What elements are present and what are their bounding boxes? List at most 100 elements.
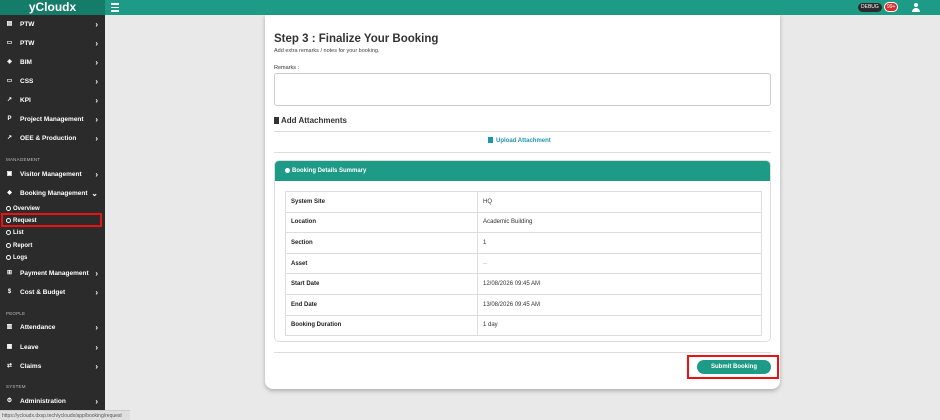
sidebar-item-leave[interactable]: ▦ Leave › xyxy=(0,338,105,357)
sidebar-item-label: Payment Management xyxy=(20,270,89,277)
divider xyxy=(274,131,771,132)
debug-badge[interactable]: DEBUG xyxy=(858,3,882,12)
book-icon: ▥ xyxy=(6,324,13,330)
sidebar-item-label: OEE & Production xyxy=(20,135,77,142)
chevron-right-icon: › xyxy=(95,20,98,29)
sidebar-item-attendance[interactable]: ▥ Attendance › xyxy=(0,318,105,337)
summary-value: HQ xyxy=(477,191,762,213)
user-cog-icon: ⚙ xyxy=(6,398,13,404)
chevron-right-icon: › xyxy=(95,362,98,371)
sidebar-item-label: Claims xyxy=(20,363,42,370)
sidebar-item-project-management[interactable]: P Project Management › xyxy=(0,110,105,129)
chevron-right-icon: › xyxy=(95,39,98,48)
sidebar-subitem-report[interactable]: Report xyxy=(6,240,32,252)
sidebar-subitem-logs[interactable]: Logs xyxy=(6,252,27,264)
transfer-icon: ⇄ xyxy=(6,363,13,369)
summary-key: Start Date xyxy=(285,273,478,295)
sidebar-item-ptw-1[interactable]: ▤ PTW › xyxy=(0,15,105,34)
user-profile-icon[interactable] xyxy=(912,3,920,12)
sidebar-item-label: PTW xyxy=(20,21,35,28)
subitem-label: Report xyxy=(13,243,33,249)
circle-icon xyxy=(6,242,11,248)
booking-step-card: Step 3 : Finalize Your Booking Add extra… xyxy=(265,15,780,389)
project-icon: P xyxy=(7,116,12,122)
table-row: Location Academic Building xyxy=(285,211,762,234)
brand-logo[interactable]: yCloudx xyxy=(0,0,105,15)
summary-key: System Site xyxy=(285,191,478,213)
notification-bell-icon[interactable]: 99+ xyxy=(884,2,899,12)
circle-icon xyxy=(6,254,11,260)
sidebar-item-label: PTW xyxy=(20,40,35,47)
sidebar-item-label: Attendance xyxy=(20,324,56,331)
sidebar-item-label: Administration xyxy=(20,398,66,405)
notification-count-badge: 99+ xyxy=(884,2,899,12)
id-card-icon: ▣ xyxy=(6,171,13,177)
sidebar-item-label: Booking Management xyxy=(20,190,88,197)
sidebar-item-ptw-2[interactable]: ▭ PTW › xyxy=(0,34,105,53)
table-row: Section 1 xyxy=(285,232,762,254)
circle-icon xyxy=(6,205,11,211)
menu-toggle-icon[interactable] xyxy=(111,3,119,12)
summary-value: 12/08/2026 09:45 AM xyxy=(477,273,762,295)
sidebar-subitem-list[interactable]: List xyxy=(6,227,24,239)
booking-summary-panel: Booking Details Summary System Site HQ Lo… xyxy=(274,160,771,342)
summary-key: Asset xyxy=(285,252,478,275)
chevron-right-icon: › xyxy=(95,288,98,297)
sidebar-item-label: Leave xyxy=(20,344,39,351)
sidebar-item-label: CSS xyxy=(20,78,34,85)
table-row: Asset -- xyxy=(285,252,762,275)
sidebar-item-kpi[interactable]: ↗ KPI › xyxy=(0,91,105,110)
status-bar-url: https://ycloudx.dxsp.tech/ycloudx/app/bo… xyxy=(0,410,130,420)
dollar-icon: $ xyxy=(7,289,12,295)
step-title: Step 3 : Finalize Your Booking xyxy=(274,33,439,45)
sidebar-item-administration[interactable]: ⚙ Administration › xyxy=(0,392,105,411)
upload-attachment-link[interactable]: Upload Attachment xyxy=(488,137,551,144)
chevron-right-icon: › xyxy=(95,269,98,278)
subitem-label: List xyxy=(13,230,24,236)
step-subtitle: Add extra remarks / notes for your booki… xyxy=(274,48,380,54)
card-icon: ▭ xyxy=(6,40,13,46)
section-header-system: SYSTEM xyxy=(6,384,26,389)
sidebar-item-css[interactable]: ▭ CSS › xyxy=(0,72,105,91)
section-header-people: PEOPLE xyxy=(6,311,26,316)
chevron-right-icon: › xyxy=(95,323,98,332)
summary-header: Booking Details Summary xyxy=(275,161,770,181)
sidebar-item-oee-production[interactable]: ↗ OEE & Production › xyxy=(0,129,105,148)
divider xyxy=(274,352,771,353)
sidebar-item-label: Project Management xyxy=(20,116,84,123)
sidebar-item-booking-management[interactable]: ◆ Booking Management ⌄ xyxy=(0,184,105,203)
attachments-heading: Add Attachments xyxy=(274,116,347,125)
section-header-management: MANAGEMENT xyxy=(6,157,41,162)
subitem-label: Overview xyxy=(13,206,40,212)
monitor-icon: ▭ xyxy=(6,78,13,84)
summary-value: Academic Building xyxy=(477,211,762,234)
summary-value: 13/08/2026 09:45 AM xyxy=(477,293,762,316)
sidebar-item-visitor-management[interactable]: ▣ Visitor Management › xyxy=(0,165,105,184)
subitem-label: Logs xyxy=(13,255,28,261)
chevron-right-icon: › xyxy=(95,343,98,352)
table-row: End Date 13/08/2026 09:45 AM xyxy=(285,293,762,316)
remarks-textarea[interactable] xyxy=(274,73,771,106)
chart-icon: ↗ xyxy=(6,97,13,103)
summary-title: Booking Details Summary xyxy=(292,168,367,174)
sidebar-item-cost-budget[interactable]: $ Cost & Budget › xyxy=(0,283,105,302)
upload-attachment-label: Upload Attachment xyxy=(496,138,551,144)
chevron-down-icon: ⌄ xyxy=(91,189,98,198)
summary-value: 1 xyxy=(477,232,762,254)
table-row: System Site HQ xyxy=(285,191,762,213)
sidebar-item-claims[interactable]: ⇄ Claims › xyxy=(0,357,105,376)
chevron-right-icon: › xyxy=(95,77,98,86)
sidebar-item-payment-management[interactable]: ⊞ Payment Management › xyxy=(0,264,105,283)
summary-key: End Date xyxy=(285,293,478,316)
summary-key: Booking Duration xyxy=(285,314,478,337)
summary-table: System Site HQ Location Academic Building … xyxy=(285,191,762,337)
cart-icon: ⊞ xyxy=(6,270,13,276)
chevron-right-icon: › xyxy=(95,397,98,406)
calendar-icon: ▦ xyxy=(6,344,13,350)
chevron-right-icon: › xyxy=(95,134,98,143)
divider xyxy=(274,152,771,153)
top-bar: yCloudx DEBUG 99+ xyxy=(0,0,940,15)
summary-key: Location xyxy=(285,211,478,234)
sidebar-item-bim[interactable]: ◈ BIM › xyxy=(0,53,105,72)
table-row: Start Date 12/08/2026 09:45 AM xyxy=(285,273,762,295)
